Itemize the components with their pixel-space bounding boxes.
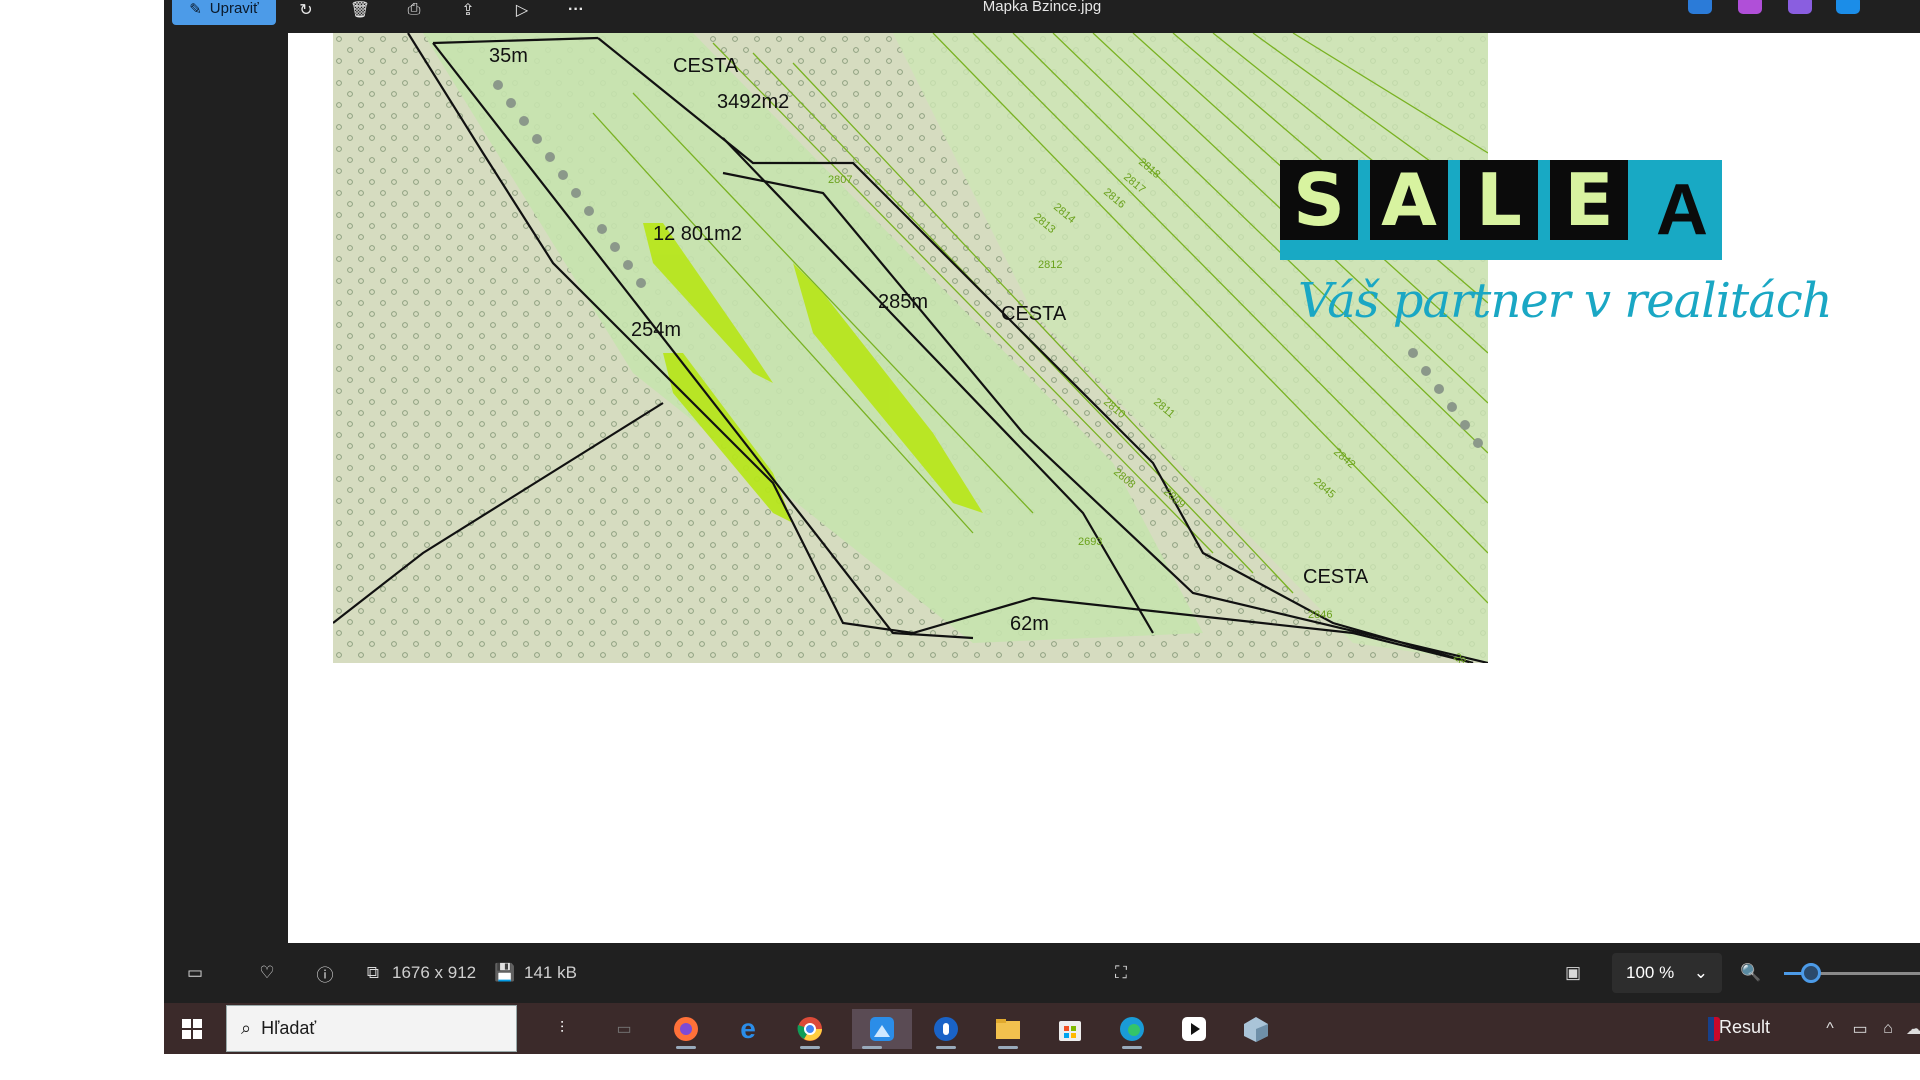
filmstrip-icon[interactable]: ▭ — [184, 962, 206, 984]
internet-explorer-icon[interactable]: e — [728, 1009, 768, 1049]
salea-logo: S A L E A — [1280, 158, 1722, 260]
label-top-width: 35m — [489, 45, 528, 67]
window-icon[interactable]: ▭ — [604, 1009, 644, 1049]
svg-text:2693: 2693 — [1078, 536, 1102, 548]
task-view-icon[interactable]: ⫶ — [542, 1009, 582, 1049]
favorite-heart-icon[interactable]: ♡ — [256, 962, 278, 984]
label-cesta-mid: CESTA — [1001, 303, 1067, 325]
photos-app-window: ✎ Upraviť ↻ 🗑 ⎙ ⇪ ▷ ··· Mapka Bzince.jpg — [164, 0, 1920, 1054]
dimensions-icon: ⧉ — [366, 963, 380, 982]
logo-letter-a2: A — [1656, 170, 1708, 250]
app-icon-3[interactable] — [1788, 0, 1812, 14]
label-cesta-top: CESTA — [673, 55, 739, 77]
label-length-right: 285m — [878, 291, 929, 313]
label-length-left: 254m — [631, 319, 682, 341]
app-icon-1[interactable] — [1688, 0, 1712, 14]
logo-letter-l: L — [1460, 158, 1538, 242]
parcel-map-image: 2807 2818 2817 2816 2814 2813 2812 2811 … — [333, 33, 1488, 663]
svg-text:2807: 2807 — [828, 174, 852, 186]
result-label[interactable]: Result — [1719, 1017, 1770, 1038]
file-title: Mapka Bzince.jpg — [982, 0, 1102, 15]
zoom-dropdown[interactable]: 100 % ⌄ — [1612, 953, 1722, 993]
chevron-down-icon: ⌄ — [1693, 963, 1708, 982]
info-icon[interactable]: ⓘ — [314, 962, 336, 985]
top-toolbar: ✎ Upraviť ↻ 🗑 ⎙ ⇪ ▷ ··· Mapka Bzince.jpg — [164, 0, 1920, 33]
image-dimensions: 1676 x 912 — [392, 963, 477, 982]
zoom-slider-knob[interactable] — [1801, 963, 1821, 983]
media-player-icon[interactable] — [1174, 1009, 1214, 1049]
firefox-icon[interactable] — [666, 1009, 706, 1049]
logo-letter-s: S — [1280, 158, 1358, 242]
store-icon[interactable] — [1050, 1009, 1090, 1049]
image-filesize: 141 kB — [524, 963, 577, 982]
search-placeholder: Hľadať — [261, 1018, 317, 1038]
label-area-large: 12 801m2 — [653, 223, 742, 245]
label-cesta-bottom: CESTA — [1303, 566, 1369, 588]
zoom-value: 100 % — [1626, 963, 1675, 982]
filesize-icon: 💾 — [494, 963, 516, 982]
cube-app-icon[interactable] — [1236, 1009, 1276, 1049]
zoom-out-icon[interactable]: 🔍 — [1740, 962, 1762, 984]
taskbar-search-box[interactable]: ⌕ Hľadať — [226, 1005, 517, 1052]
cloud-icon[interactable]: ☁ — [1894, 1009, 1920, 1049]
image-canvas[interactable]: 2807 2818 2817 2816 2814 2813 2812 2811 … — [288, 33, 1920, 943]
fit-to-window-icon[interactable]: ▣ — [1562, 962, 1584, 984]
windows-start-icon[interactable] — [172, 1009, 212, 1049]
label-bottom-width: 62m — [1010, 613, 1049, 635]
search-icon: ⌕ — [241, 1018, 252, 1038]
logo-tagline: Váš partner v realitách — [1298, 273, 1833, 329]
windows-taskbar: ⌕ Hľadať ⫶ ▭ e Result ^ ▭ ⌂ ☁ — [164, 1003, 1920, 1054]
onedrive-icon[interactable] — [1836, 0, 1860, 14]
svg-text:2846: 2846 — [1308, 609, 1332, 621]
password-manager-icon[interactable] — [926, 1009, 966, 1049]
chrome-icon[interactable] — [790, 1009, 830, 1049]
file-explorer-icon[interactable] — [988, 1009, 1028, 1049]
svg-text:2812: 2812 — [1038, 259, 1062, 271]
logo-letter-a: A — [1370, 158, 1448, 242]
edge-icon[interactable] — [1112, 1009, 1152, 1049]
logo-letter-e: E — [1550, 158, 1628, 242]
photos-app-icon[interactable] — [852, 1009, 912, 1049]
crop-screenshot-icon[interactable]: ⛶ — [1110, 962, 1132, 984]
label-area-small: 3492m2 — [717, 91, 790, 113]
bottom-status-bar: ▭ ♡ ⓘ ⧉ 1676 x 912 💾 141 kB ⛶ ▣ 100 % ⌄ … — [164, 943, 1920, 1003]
app-icon-2[interactable] — [1738, 0, 1762, 14]
